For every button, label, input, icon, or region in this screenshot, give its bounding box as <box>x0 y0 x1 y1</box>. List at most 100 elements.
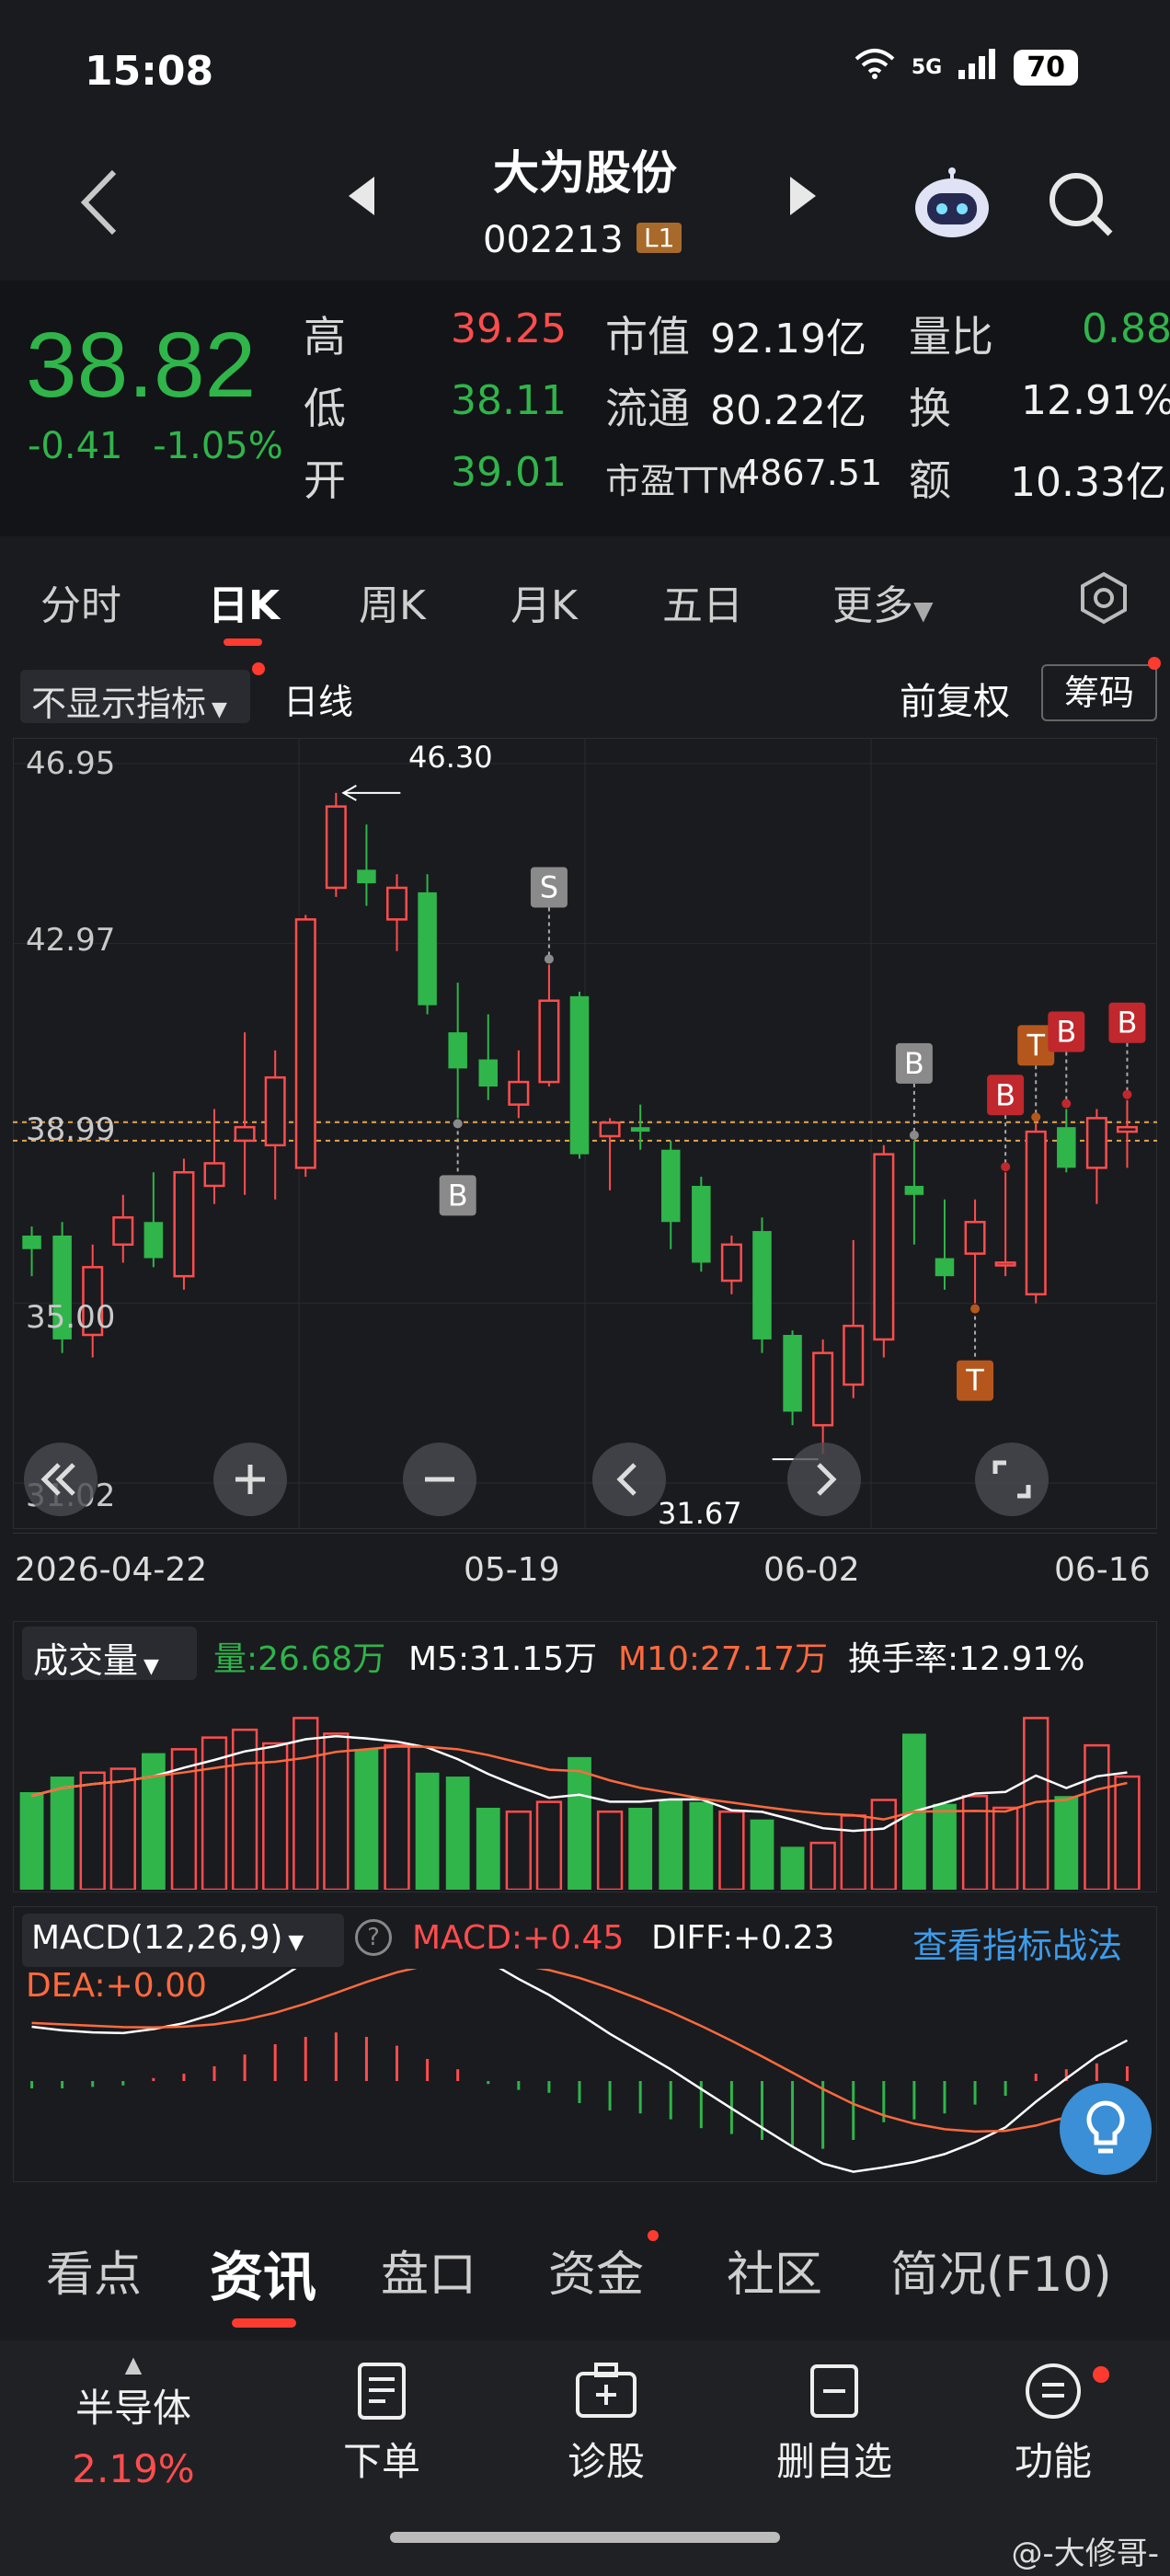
candle-body <box>234 1125 256 1143</box>
marker-dot <box>970 1304 981 1314</box>
candle <box>538 964 560 1087</box>
candle-body <box>294 918 316 1169</box>
tab-community[interactable]: 社区 <box>727 2236 822 2305</box>
scroll-left-button[interactable] <box>591 1441 668 1522</box>
zoom-in-button[interactable] <box>212 1441 289 1522</box>
tab-profile-f10[interactable]: 简况(F10) <box>890 2236 1112 2305</box>
volume-indicator-select[interactable]: 成交量 ▼ <box>22 1627 197 1681</box>
candle-body <box>783 1334 802 1412</box>
volume-bar <box>262 1742 289 1890</box>
volume-chart <box>19 1717 1141 1890</box>
volume-bar <box>109 1767 136 1890</box>
candle-body <box>569 995 590 1155</box>
indicator-select[interactable]: 不显示指标 ▼ <box>20 670 250 724</box>
tab-monthly-k[interactable]: 月K <box>510 572 578 631</box>
volume-bar <box>384 1743 410 1890</box>
tab-more[interactable]: 更多▼ <box>832 572 934 631</box>
scroll-left-fast-button[interactable] <box>22 1441 99 1522</box>
marker-label: B <box>1056 1015 1076 1050</box>
tab-news[interactable]: 资讯 <box>210 2234 316 2311</box>
candle-body <box>630 1127 650 1133</box>
adjust-mode-button[interactable]: 前复权 <box>900 672 1010 725</box>
search-icon[interactable] <box>1044 167 1118 245</box>
scroll-right-button[interactable] <box>786 1441 863 1522</box>
turnover-rate-text: 换手率:12.91% <box>848 1640 1085 1678</box>
triangle-down-icon: ▼ <box>212 698 227 721</box>
lightbulb-tip-button[interactable] <box>1058 2081 1153 2180</box>
candle-body <box>720 1243 742 1282</box>
tab-more-label: 更多 <box>832 582 913 629</box>
line-type-label: 日线 <box>283 682 354 722</box>
help-icon[interactable]: ? <box>355 1919 392 1956</box>
candle <box>1025 1122 1047 1304</box>
candle <box>173 1158 195 1290</box>
macd-indicator-select[interactable]: MACD(12,26,9) ▼ <box>22 1914 344 1967</box>
candle <box>325 792 347 897</box>
home-indicator[interactable] <box>390 2532 780 2543</box>
robot-assistant-icon[interactable] <box>911 167 993 245</box>
volume-ratio-value: 0.88 <box>1082 305 1170 352</box>
macd-value: MACD:+0.45 <box>412 1919 625 1957</box>
volume-m5: M5:31.15万 <box>408 1640 598 1678</box>
marker-label: T <box>1026 1028 1045 1063</box>
volume-bar <box>992 1806 1019 1890</box>
candle <box>143 1172 164 1268</box>
x-tick-2: 05-19 <box>464 1551 560 1589</box>
remove-watchlist-button[interactable]: 删自选 <box>765 2361 903 2487</box>
float-value: 80.22亿 <box>710 387 866 434</box>
amount-value: 10.33亿 <box>1010 459 1166 506</box>
sector-button[interactable]: ▲ 半导体 2.19% <box>55 2352 212 2491</box>
low-value: 38.11 <box>451 377 567 424</box>
indicator-strategy-link[interactable]: 查看指标战法 <box>912 1917 1122 1968</box>
candle <box>448 983 467 1119</box>
signal-marker: T <box>957 1304 994 1401</box>
candle <box>1085 1109 1107 1204</box>
tab-order-book[interactable]: 盘口 <box>381 2236 476 2305</box>
watermark: @-大修哥- <box>1011 2536 1159 2572</box>
x-tick-start: 2026-04-22 <box>15 1551 208 1589</box>
float-label: 流通 <box>605 384 690 433</box>
volume-bar <box>354 1749 379 1890</box>
candle-body <box>538 999 560 1084</box>
y-tick-3: 38.99 <box>26 1111 116 1148</box>
kline-chart[interactable]: SBBBT B BT <box>13 738 1157 1529</box>
candle-body <box>692 1185 711 1263</box>
volume-bar <box>628 1807 653 1890</box>
candle <box>386 874 408 951</box>
low-label: 低 <box>304 384 346 433</box>
min-price-label: 31.67 <box>658 1496 742 1531</box>
fullscreen-button[interactable] <box>973 1441 1050 1522</box>
order-button[interactable]: 下单 <box>322 2361 442 2487</box>
menu-icon <box>1026 2363 1081 2419</box>
candle <box>1057 1109 1076 1173</box>
mcap-label: 市值 <box>605 312 690 362</box>
candle <box>508 1050 530 1119</box>
diagnose-button[interactable]: 诊股 <box>546 2361 666 2487</box>
triangle-up-icon: ▲ <box>124 2352 143 2377</box>
chips-button[interactable]: 筹码 <box>1041 664 1157 721</box>
candle <box>843 1239 865 1398</box>
tab-five-day[interactable]: 五日 <box>662 572 743 631</box>
tab-funds[interactable]: 资金 <box>548 2236 644 2305</box>
candle-body <box>1085 1117 1107 1169</box>
zoom-out-button[interactable] <box>401 1441 478 1522</box>
volume-bar <box>933 1803 957 1890</box>
current-price: 38.82 <box>26 314 257 417</box>
notification-dot <box>1093 2366 1109 2383</box>
next-stock-button[interactable] <box>786 175 820 221</box>
candle <box>112 1194 134 1263</box>
tab-highlights[interactable]: 看点 <box>46 2236 142 2305</box>
tab-weekly-k[interactable]: 周K <box>359 572 426 631</box>
tab-daily-k[interactable]: 日K <box>208 572 280 631</box>
candle-body <box>660 1149 681 1223</box>
candle <box>904 1140 924 1245</box>
chart-settings-icon[interactable] <box>1076 570 1131 629</box>
candle <box>418 874 437 1015</box>
candle-body <box>22 1235 41 1249</box>
candle <box>783 1330 802 1426</box>
pe-value: 4867.51 <box>738 453 883 493</box>
candle-body <box>418 891 437 1006</box>
tab-intraday[interactable]: 分时 <box>40 572 121 631</box>
tab-underline <box>224 638 262 646</box>
sector-percent: 2.19% <box>72 2446 195 2491</box>
